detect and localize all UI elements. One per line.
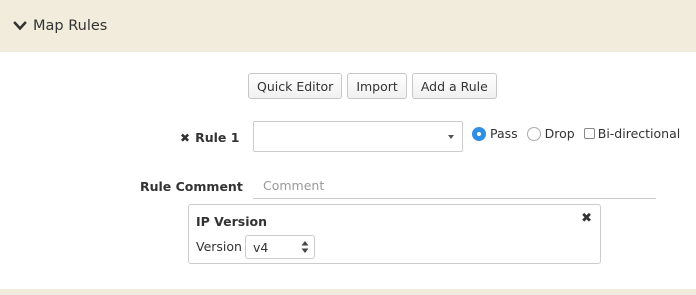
comment-input[interactable] bbox=[253, 173, 656, 199]
caret-down-icon bbox=[448, 135, 454, 139]
import-button[interactable]: Import bbox=[347, 73, 407, 99]
rule-label-text: Rule 1 bbox=[195, 130, 240, 145]
drop-radio[interactable]: Drop bbox=[526, 126, 575, 141]
next-panel-header bbox=[0, 289, 696, 295]
comment-label: Rule Comment bbox=[140, 179, 243, 194]
panel-header[interactable]: Map Rules bbox=[0, 0, 696, 52]
toolbar: Quick Editor Import Add a Rule bbox=[248, 73, 497, 99]
ip-version-title: IP Version bbox=[196, 214, 268, 229]
radio-unchecked-icon[interactable] bbox=[526, 126, 541, 141]
ip-version-box: IP Version ✖ Version v4 bbox=[188, 204, 601, 264]
chevron-down-icon[interactable] bbox=[13, 19, 27, 33]
close-icon[interactable]: ✖ bbox=[581, 211, 592, 226]
bidirectional-checkbox[interactable]: Bi-directional bbox=[583, 126, 681, 141]
select-updown-icon bbox=[301, 241, 309, 253]
version-select-value: v4 bbox=[253, 239, 269, 255]
version-label: Version bbox=[196, 239, 242, 254]
radio-checked-icon[interactable] bbox=[472, 126, 486, 141]
remove-rule-icon[interactable]: ✖ bbox=[180, 131, 190, 145]
panel-title: Map Rules bbox=[33, 18, 108, 34]
drop-label: Drop bbox=[544, 126, 575, 141]
rule-select[interactable] bbox=[253, 121, 463, 152]
pass-radio[interactable]: Pass bbox=[472, 126, 518, 141]
bidirectional-label: Bi-directional bbox=[597, 126, 681, 141]
rule-options: Pass Drop Bi-directional bbox=[472, 126, 680, 141]
add-rule-button[interactable]: Add a Rule bbox=[411, 73, 497, 99]
quick-editor-button[interactable]: Quick Editor bbox=[248, 73, 343, 99]
checkbox-icon[interactable] bbox=[583, 128, 595, 139]
pass-label: Pass bbox=[490, 126, 518, 141]
rule-label: ✖ Rule 1 bbox=[180, 130, 239, 145]
version-select[interactable]: v4 bbox=[245, 235, 315, 259]
